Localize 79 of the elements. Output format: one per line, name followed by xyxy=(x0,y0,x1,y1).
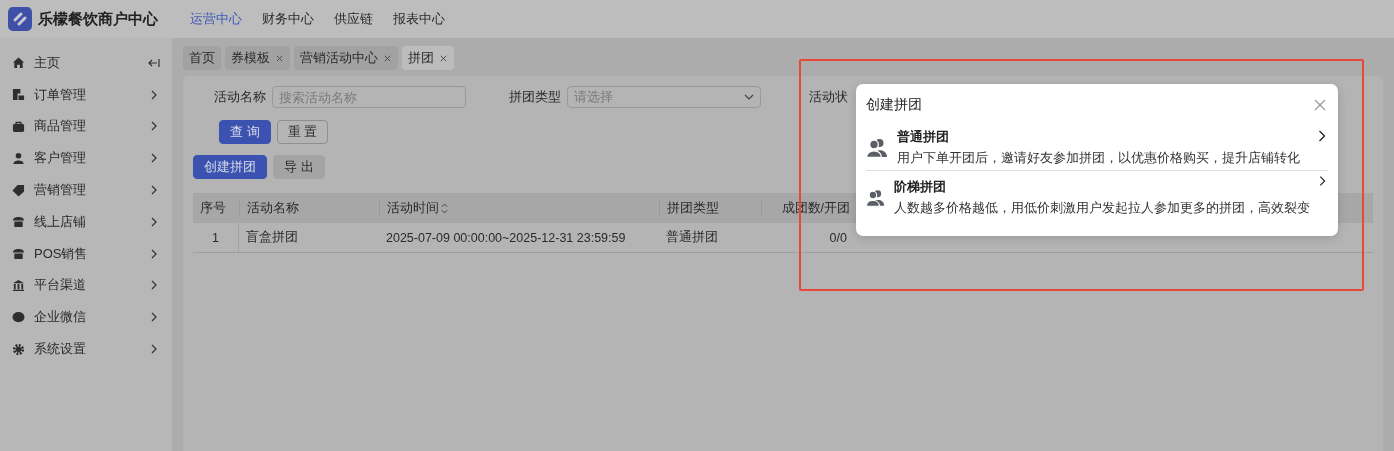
sidebar-item-label: 商品管理 xyxy=(34,117,87,136)
sidebar-item-label: 客户管理 xyxy=(34,149,87,168)
tag-icon xyxy=(12,183,25,197)
chevron-icon xyxy=(1318,130,1326,142)
top-nav-link[interactable]: 报表中心 xyxy=(393,10,445,28)
close-icon[interactable] xyxy=(383,53,392,63)
collapse-icon[interactable] xyxy=(148,57,160,68)
option-item[interactable]: 普通拼团 用户下单开团后，邀请好友参加拼团，以优惠价格购买，提升店铺转化 xyxy=(866,126,1328,170)
page-tab-label: 营销活动中心 xyxy=(300,49,378,67)
table-cell: 1 xyxy=(212,230,219,245)
sidebar-item-label: 系统设置 xyxy=(34,340,87,359)
app-title: 乐檬餐饮商户中心 xyxy=(38,9,158,29)
sidebar-item[interactable]: 商品管理 xyxy=(0,110,172,143)
search-field[interactable]: 搜索活动名称 xyxy=(272,86,466,108)
top-nav-link[interactable]: 供应链 xyxy=(334,10,373,28)
top-nav-link[interactable]: 运营中心 xyxy=(190,10,242,28)
home-icon xyxy=(12,56,25,70)
page-tab[interactable]: 券模板 xyxy=(225,46,290,70)
logo-icon xyxy=(8,7,32,31)
shop-icon xyxy=(12,247,25,261)
sidebar-item[interactable]: 主页 xyxy=(0,47,172,79)
table-cell: 0/0 xyxy=(829,230,847,245)
page-tab-label: 首页 xyxy=(189,49,215,67)
option-title: 普通拼团 xyxy=(897,129,950,146)
column-header: 活动时间 xyxy=(379,200,659,216)
sidebar-item-label: 主页 xyxy=(34,53,61,72)
sidebar-item-label: 企业微信 xyxy=(34,308,87,327)
dropdown-icon xyxy=(744,94,754,100)
bag-icon xyxy=(12,120,25,133)
chevron-icon xyxy=(1319,175,1326,187)
sidebar-item[interactable]: 营销管理 xyxy=(0,174,172,206)
table-cell: 2025-07-09 00:00:00~2025-12-31 23:59:59 xyxy=(386,230,626,245)
sidebar-item[interactable]: 线上店铺 xyxy=(0,206,172,238)
column-header: 拼团类型 xyxy=(659,200,761,216)
table-cell: 普通拼团 xyxy=(666,229,718,246)
option-description: 用户下单开团后，邀请好友参加拼团，以优惠价格购买，提升店铺转化 xyxy=(897,150,1301,167)
option-description: 人数越多价格越低，用低价刺激用户发起拉人参加更多的拼团，高效裂变 xyxy=(894,200,1311,217)
close-icon[interactable] xyxy=(275,53,284,63)
close-icon[interactable] xyxy=(1314,99,1326,111)
bank-icon xyxy=(12,278,25,292)
filter-label: 活动状 xyxy=(809,88,848,106)
sidebar-item-label: 平台渠道 xyxy=(34,276,87,295)
top-nav-link[interactable]: 财务中心 xyxy=(262,10,314,28)
sidebar-item[interactable]: 订单管理 xyxy=(0,78,172,111)
column-header: 活动名称 xyxy=(239,200,379,216)
people-icon xyxy=(866,188,886,208)
option-item[interactable]: 阶梯拼团 人数越多价格越低，用低价刺激用户发起拉人参加更多的拼团，高效裂变 xyxy=(866,170,1328,225)
action-button[interactable]: 创建拼团 xyxy=(193,155,267,179)
sidebar-item-label: POS销售 xyxy=(34,244,89,263)
page-tab[interactable]: 首页 xyxy=(183,46,221,70)
sort-icon[interactable] xyxy=(441,202,448,214)
sidebar-item-label: 订单管理 xyxy=(34,85,87,104)
gear-icon xyxy=(12,342,25,356)
people-icon xyxy=(866,138,888,158)
sidebar-item[interactable]: 客户管理 xyxy=(0,142,172,175)
action-button[interactable]: 导 出 xyxy=(273,155,325,179)
receipt-icon xyxy=(12,88,25,102)
person-icon xyxy=(12,151,25,165)
page-tab-label: 拼团 xyxy=(408,49,434,67)
page-tab[interactable]: 营销活动中心 xyxy=(294,46,398,70)
sidebar-item[interactable]: POS销售 xyxy=(0,237,172,270)
filter-label: 活动名称 xyxy=(214,88,266,106)
option-title: 阶梯拼团 xyxy=(894,179,948,196)
sidebar-item[interactable]: 企业微信 xyxy=(0,301,172,334)
filter-button[interactable]: 查 询 xyxy=(219,120,271,144)
page-tab-label: 券模板 xyxy=(231,49,270,67)
shop-icon xyxy=(12,215,25,229)
filter-label: 拼团类型 xyxy=(509,88,561,106)
page-tab[interactable]: 拼团 xyxy=(402,46,454,70)
dialog-title: 创建拼团 xyxy=(866,96,922,114)
sidebar-item-label: 营销管理 xyxy=(34,181,87,200)
sidebar-item-label: 线上店铺 xyxy=(34,212,87,231)
filter-button[interactable]: 重 置 xyxy=(276,120,329,144)
sidebar-item[interactable]: 系统设置 xyxy=(0,333,172,365)
column-header: 序号 xyxy=(199,200,227,216)
sidebar-item[interactable]: 平台渠道 xyxy=(0,269,172,302)
chat-icon xyxy=(12,310,25,324)
close-icon[interactable] xyxy=(439,53,448,63)
table-cell: 盲盒拼团 xyxy=(246,229,298,246)
